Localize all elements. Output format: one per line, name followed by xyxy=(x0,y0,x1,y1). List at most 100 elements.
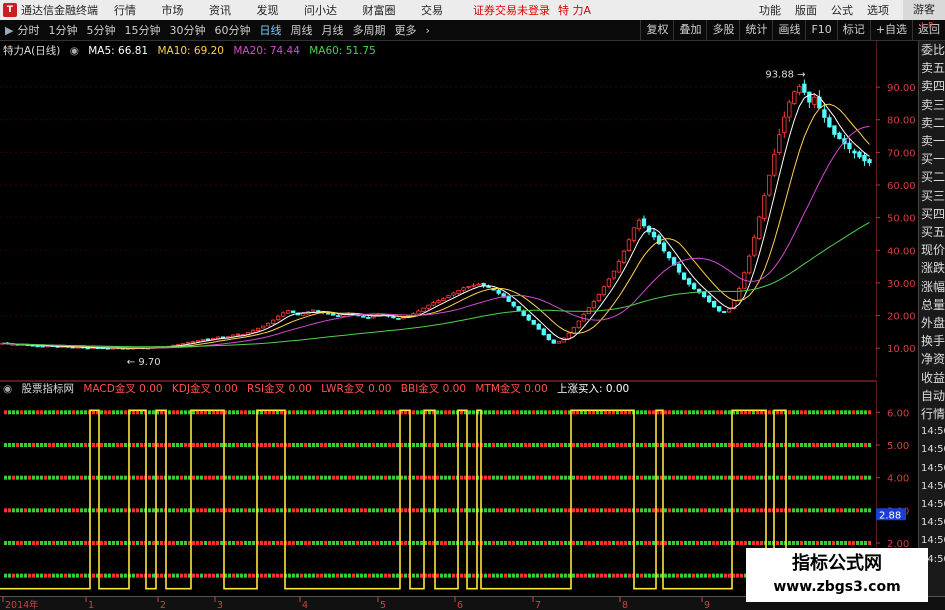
indicator-chart[interactable] xyxy=(0,380,876,595)
signal-dot xyxy=(32,475,35,480)
quote-panel-item[interactable]: 收益 xyxy=(919,369,945,387)
menu-faxian[interactable]: 发现 xyxy=(257,4,279,17)
menu-zixun[interactable]: 资讯 xyxy=(209,4,231,17)
menu-wenxiaoda[interactable]: 问小达 xyxy=(304,4,337,17)
quote-panel-item[interactable]: 14:50 xyxy=(919,496,945,514)
signal-dot xyxy=(104,541,107,545)
legend-circle-icon[interactable]: ◉ xyxy=(70,45,79,57)
signal-dot xyxy=(504,508,507,513)
signal-dot xyxy=(316,541,319,545)
signal-dot xyxy=(652,573,655,578)
tool-fuquan[interactable]: 复权 xyxy=(640,20,673,40)
signal-dot xyxy=(508,508,511,513)
signal-dot xyxy=(364,541,367,545)
play-icon[interactable]: ▶ xyxy=(5,24,13,37)
signal-dot xyxy=(584,508,587,513)
menu-xuanxiang[interactable]: 选项 xyxy=(867,2,889,18)
signal-dot xyxy=(84,443,87,447)
menu-hangqing[interactable]: 行情 xyxy=(114,4,136,17)
signal-dot xyxy=(40,410,43,415)
period-more[interactable]: 更多 xyxy=(394,22,416,38)
signal-dot xyxy=(712,410,715,415)
signal-dot xyxy=(588,541,591,545)
signal-dot xyxy=(392,410,395,415)
quote-panel-item[interactable]: 换手 xyxy=(919,332,945,350)
period-30min[interactable]: 30分钟 xyxy=(169,22,205,38)
signal-dot xyxy=(80,475,83,480)
period-daily[interactable]: 日线 xyxy=(259,22,281,38)
candlestick-chart[interactable]: 93.88 → ← 9.70 xyxy=(0,41,876,377)
quote-panel-item[interactable]: 14:50 xyxy=(919,514,945,532)
quote-panel-item[interactable]: 现价 xyxy=(919,241,945,259)
tool-duogu[interactable]: 多股 xyxy=(706,20,739,40)
tool-diejia[interactable]: 叠加 xyxy=(673,20,706,40)
signal-dot xyxy=(112,573,115,578)
signal-dot xyxy=(204,443,207,447)
signal-dot xyxy=(12,475,15,480)
signal-dot xyxy=(76,410,79,415)
tool-zixuan[interactable]: +自选 xyxy=(869,20,912,40)
quote-panel-item[interactable]: 14:50 xyxy=(919,441,945,459)
quote-panel-item[interactable]: 行情 xyxy=(919,405,945,423)
menu-gongshi[interactable]: 公式 xyxy=(831,2,853,18)
quote-panel-item[interactable]: 买三 xyxy=(919,187,945,205)
tool-tongji[interactable]: 统计 xyxy=(739,20,772,40)
quote-panel-item[interactable]: 卖一 xyxy=(919,132,945,150)
quote-panel-item[interactable]: 14:50 xyxy=(919,460,945,478)
signal-dot xyxy=(704,573,707,578)
signal-dot xyxy=(28,508,31,513)
period-5min[interactable]: 5分钟 xyxy=(86,22,115,38)
quote-panel-item[interactable]: 委比 xyxy=(919,41,945,59)
quote-panel-item[interactable]: 14:50 xyxy=(919,478,945,496)
tool-biaoji[interactable]: 标记 xyxy=(836,20,870,40)
quote-panel-item[interactable]: 涨幅 xyxy=(919,278,945,296)
candle xyxy=(521,310,526,316)
tool-f10[interactable]: F10 xyxy=(805,20,836,40)
candle xyxy=(767,174,772,196)
period-fenshi[interactable]: 分时 xyxy=(17,22,39,38)
quote-panel-item[interactable]: 涨跌 xyxy=(919,259,945,277)
ma-line-ma5 xyxy=(2,93,870,349)
quote-panel-item[interactable]: 卖二 xyxy=(919,114,945,132)
quote-panel-item[interactable]: 卖四 xyxy=(919,77,945,95)
quote-panel-item[interactable]: 自动 xyxy=(919,387,945,405)
signal-dot xyxy=(312,508,315,513)
menu-banmian[interactable]: 版面 xyxy=(795,2,817,18)
quote-panel-item[interactable]: 卖三 xyxy=(919,96,945,114)
quote-panel-item[interactable]: 净资 xyxy=(919,350,945,368)
signal-dot xyxy=(824,410,827,415)
period-monthly[interactable]: 月线 xyxy=(321,22,343,38)
signal-dot xyxy=(448,508,451,513)
signal-dot xyxy=(32,508,35,513)
period-60min[interactable]: 60分钟 xyxy=(214,22,250,38)
min-price-label: ← 9.70 xyxy=(127,357,161,368)
quote-panel-item[interactable]: 买二 xyxy=(919,168,945,186)
quote-panel-item[interactable]: 外盘 xyxy=(919,314,945,332)
quote-panel-item[interactable]: 买一 xyxy=(919,150,945,168)
signal-dot xyxy=(724,541,727,545)
quote-panel-item[interactable]: 总量 xyxy=(919,296,945,314)
quote-panel-item[interactable]: 买五 xyxy=(919,223,945,241)
quote-panel-item[interactable]: 14:50 xyxy=(919,423,945,441)
quote-panel-item[interactable]: 卖五 xyxy=(919,59,945,77)
period-1min[interactable]: 1分钟 xyxy=(48,22,77,38)
period-multi[interactable]: 多周期 xyxy=(352,22,385,38)
period-weekly[interactable]: 周线 xyxy=(290,22,312,38)
signal-dot xyxy=(564,541,567,545)
login-status[interactable]: 证券交易未登录 xyxy=(473,2,550,18)
candle xyxy=(396,317,401,320)
menu-caifuquan[interactable]: 财富圈 xyxy=(363,4,396,17)
quote-panel-item[interactable]: 买四 xyxy=(919,205,945,223)
sub-legend-circle-icon[interactable]: ◉ xyxy=(3,383,12,395)
menu-jiaoyi[interactable]: 交易 xyxy=(421,4,443,17)
menu-gongneng[interactable]: 功能 xyxy=(759,2,781,18)
menu-shichang[interactable]: 市场 xyxy=(162,4,184,17)
guest-button[interactable]: 游客 xyxy=(903,0,945,20)
chevron-right-icon[interactable]: › xyxy=(425,24,429,37)
signal-dot xyxy=(828,410,831,415)
tool-huaxian[interactable]: 画线 xyxy=(772,20,805,40)
current-value-label: 2.88 xyxy=(879,510,901,521)
period-15min[interactable]: 15分钟 xyxy=(124,22,160,38)
signal-dot xyxy=(680,475,683,480)
signal-dot xyxy=(340,443,343,447)
